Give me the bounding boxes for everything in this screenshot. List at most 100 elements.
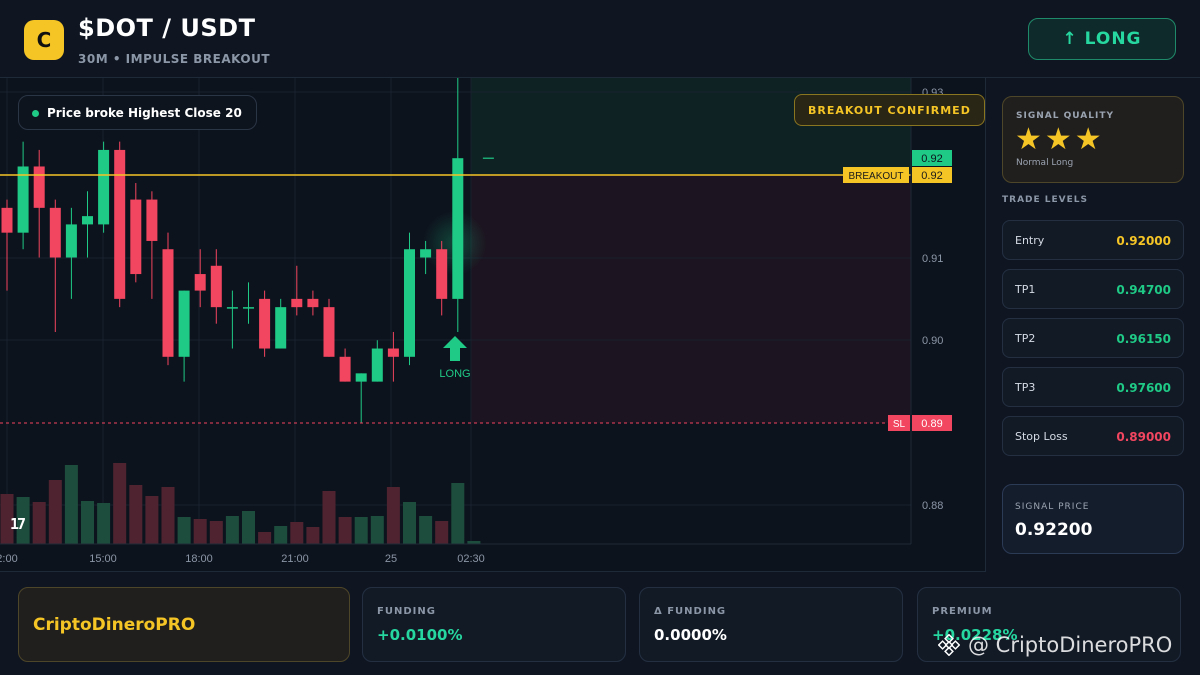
candlestick-chart[interactable]: 0.930.910.900.882:0015:0018:0021:002502:… [0, 78, 986, 572]
volume-bar [113, 463, 127, 544]
breakout-note-text: Price broke Highest Close 20 [47, 105, 242, 120]
volume-bar [242, 511, 255, 544]
profit-zone [471, 78, 911, 175]
tradingview-logo-icon: 17 [10, 515, 26, 533]
trade-levels-title: TRADE LEVELS [1002, 195, 1088, 205]
watermark: @ CriptoDineroPRO [938, 633, 1172, 657]
level-name: Stop Loss [1015, 430, 1068, 443]
candle-body [98, 149, 110, 225]
x-tick-label: 25 [385, 553, 397, 565]
long-signal-marker: LONG [439, 336, 471, 380]
level-name: TP1 [1015, 283, 1036, 296]
candle [114, 141, 126, 308]
delta-funding-card: Δ FUNDING 0.0000% [639, 587, 903, 662]
level-stop-loss: Stop Loss 0.89000 [1002, 416, 1184, 456]
volume-bar [338, 517, 352, 544]
candle [49, 199, 61, 332]
volume-bar [451, 483, 465, 544]
candle-body [404, 249, 415, 357]
candle-body [387, 348, 399, 357]
current-price-tag: 0.92 [912, 150, 952, 166]
brand-card: CriptoDineroPRO [18, 587, 350, 662]
volume-bar [225, 516, 239, 544]
candle-body [33, 166, 45, 208]
candle-body [1, 207, 13, 233]
level-tp1: TP1 0.94700 [1002, 269, 1184, 309]
candle [146, 191, 158, 299]
volume-bar [258, 532, 272, 544]
volume-bar [145, 496, 159, 544]
candle-body [49, 207, 61, 258]
pair-title: $DOT / USDT [78, 14, 256, 42]
candle [275, 298, 287, 349]
stat-label: FUNDING [377, 606, 436, 617]
signal-price-card: SIGNAL PRICE 0.92200 [1002, 484, 1184, 554]
long-marker-label: LONG [439, 368, 470, 380]
current-price-value: 0.92 [921, 153, 942, 165]
candle [210, 249, 222, 324]
level-value: 0.97600 [1116, 381, 1171, 395]
volume-bar [129, 485, 143, 544]
candle-body [17, 166, 29, 233]
level-value: 0.94700 [1116, 283, 1171, 297]
candle-body [307, 298, 319, 308]
volume-bar [386, 487, 400, 544]
signal-quality-label: SIGNAL QUALITY [1016, 111, 1114, 121]
y-tick-label: 0.88 [922, 500, 943, 512]
watermark-text: @ CriptoDineroPRO [968, 633, 1173, 657]
signal-price-label: SIGNAL PRICE [1015, 502, 1090, 512]
volume-bar [177, 517, 191, 544]
candle-body [259, 298, 271, 349]
candle-body [178, 290, 190, 357]
candle [387, 331, 399, 382]
price-chart[interactable]: 0.930.910.900.882:0015:0018:0021:002502:… [0, 78, 986, 572]
stat-label: PREMIUM [932, 606, 993, 617]
candle-body [210, 265, 222, 308]
candle-body [436, 249, 448, 299]
breakout-tag-label: BREAKOUT [848, 171, 903, 182]
level-entry: Entry 0.92000 [1002, 220, 1184, 260]
long-button[interactable]: ↑ LONG [1028, 18, 1176, 60]
x-tick-label: 02:30 [457, 553, 485, 565]
candle-body [82, 216, 93, 225]
signal-quality-mode: Normal Long [1016, 158, 1074, 168]
candle-body [355, 373, 367, 382]
timeframe-subtitle: 30M • IMPULSE BREAKOUT [78, 52, 271, 66]
candle-body [371, 348, 383, 382]
candle [339, 348, 351, 382]
x-tick-label: 2:00 [0, 553, 18, 565]
funding-card: FUNDING +0.0100% [362, 587, 626, 662]
breakout-tag-value: 0.92 [921, 170, 942, 182]
candle-body [323, 307, 335, 357]
candle [452, 78, 464, 332]
brand-name: CriptoDineroPRO [33, 615, 196, 635]
header: C $DOT / USDT 30M • IMPULSE BREAKOUT ↑ L… [0, 0, 1200, 78]
candle-body [162, 249, 174, 357]
volume-bar [64, 465, 78, 544]
stop-loss-tag: SL 0.89 [888, 415, 952, 431]
candle-body [291, 298, 303, 308]
breakout-note-chip: Price broke Highest Close 20 [18, 95, 257, 130]
signal-panel: SIGNAL QUALITY ★★★ Normal Long TRADE LEV… [987, 78, 1200, 572]
signal-quality-card: SIGNAL QUALITY ★★★ Normal Long [1002, 96, 1184, 183]
stat-value: 0.0000% [654, 626, 727, 644]
candle [1, 199, 13, 291]
signal-price-value: 0.92200 [1015, 520, 1093, 540]
candle [82, 191, 93, 258]
status-dot-icon [32, 110, 39, 117]
x-tick-label: 18:00 [185, 553, 213, 565]
breakout-tag: BREAKOUT 0.92 [843, 167, 952, 183]
candle [65, 207, 77, 299]
risk-zone [471, 175, 911, 423]
candle-body [243, 307, 254, 309]
candle [33, 149, 45, 258]
volume-bar [435, 521, 449, 544]
candle [98, 141, 110, 233]
x-tick-label: 21:00 [281, 553, 309, 565]
volume-bar [97, 503, 111, 544]
candle [178, 290, 190, 382]
level-value: 0.89000 [1116, 430, 1171, 444]
y-tick-label: 0.91 [922, 253, 943, 265]
candle-body [275, 307, 287, 349]
volume-bar [370, 516, 384, 544]
